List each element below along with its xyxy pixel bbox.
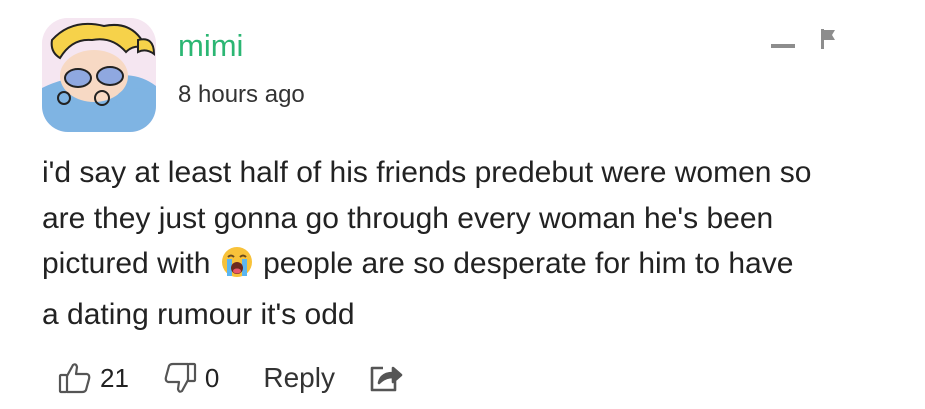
- loudly-crying-face-icon: [221, 246, 253, 292]
- share-icon[interactable]: [369, 363, 403, 393]
- thumbs-up-icon[interactable]: [58, 361, 92, 395]
- comment-card: mimi 8 hours ago i'd say at least half o…: [0, 0, 925, 409]
- comment-actions: 21 0 Reply: [58, 356, 403, 400]
- dislike-group: 0: [163, 361, 219, 395]
- timestamp: 8 hours ago: [178, 81, 305, 108]
- collapse-icon[interactable]: [771, 44, 795, 48]
- thumbs-down-icon[interactable]: [163, 361, 197, 395]
- dislike-count: 0: [204, 362, 220, 393]
- username[interactable]: mimi: [178, 28, 243, 64]
- like-group: 21: [58, 361, 129, 395]
- avatar[interactable]: [42, 18, 156, 132]
- flag-icon[interactable]: [819, 28, 837, 50]
- like-count: 21: [100, 362, 129, 393]
- comment-body: i'd say at least half of his friends pre…: [42, 150, 902, 337]
- comment-menu: [771, 28, 837, 50]
- reply-button[interactable]: Reply: [263, 362, 335, 394]
- avatar-image: [42, 18, 156, 132]
